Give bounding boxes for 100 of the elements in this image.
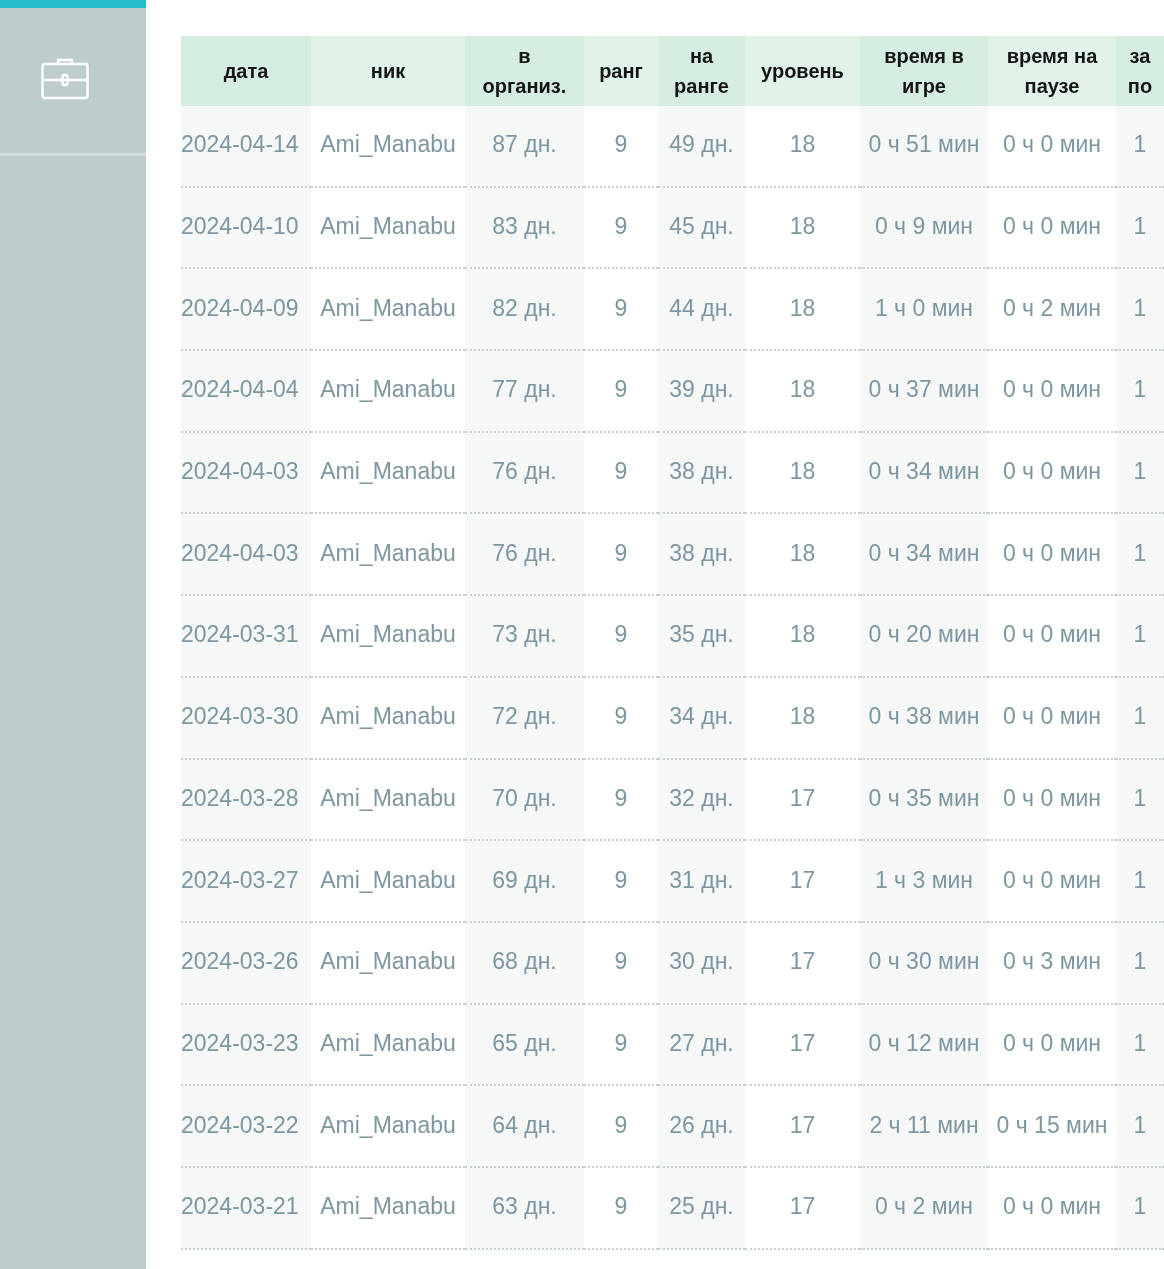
table-cell: 2024-03-23: [181, 1029, 299, 1057]
table-cell: 30 дн.: [669, 948, 734, 976]
table-cell: 2024-03-22: [181, 1111, 299, 1139]
table-cell: 0 ч 0 мин: [1002, 131, 1102, 159]
table-cell: 38 дн.: [669, 539, 734, 567]
table-cell: Ami_Manabu: [320, 1111, 456, 1139]
table-cell: 1: [1133, 1193, 1147, 1221]
briefcase-icon: [40, 57, 89, 100]
table-cell: 1: [1133, 703, 1147, 731]
table-cell: 9: [614, 703, 628, 731]
table-cell: 1: [1133, 948, 1147, 976]
table-cell: 9: [614, 948, 628, 976]
column-header: за по: [1127, 44, 1153, 99]
table-cell: 0 ч 34 мин: [868, 458, 980, 486]
column-header: в организ.: [482, 44, 567, 99]
table-cell: 18: [789, 376, 816, 404]
table-cell: 9: [614, 1193, 628, 1221]
table-cell: Ami_Manabu: [320, 213, 456, 241]
table-cell: 17: [789, 1029, 816, 1057]
table-cell: 72 дн.: [492, 703, 557, 731]
table-cell: 0 ч 15 мин: [996, 1111, 1108, 1139]
table-cell: 18: [789, 213, 816, 241]
table-cell: 0 ч 2 мин: [874, 1193, 974, 1221]
table-cell: 1: [1133, 213, 1147, 241]
table-cell: 2024-03-21: [181, 1193, 299, 1221]
table-cell: 17: [789, 948, 816, 976]
table-cell: 39 дн.: [669, 376, 734, 404]
table-cell: 18: [789, 703, 816, 731]
table-cell: 64 дн.: [492, 1111, 557, 1139]
table-cell: 0 ч 0 мин: [1002, 1029, 1102, 1057]
table-cell: 26 дн.: [669, 1111, 734, 1139]
table-cell: 35 дн.: [669, 621, 734, 649]
table-cell: Ami_Manabu: [320, 703, 456, 731]
table-cell: Ami_Manabu: [320, 376, 456, 404]
table-cell: 1: [1133, 131, 1147, 159]
table-cell: 63 дн.: [492, 1193, 557, 1221]
table-cell: Ami_Manabu: [320, 948, 456, 976]
table-cell: 76 дн.: [492, 539, 557, 567]
table-cell: 0 ч 35 мин: [868, 784, 980, 812]
table-cell: 0 ч 12 мин: [868, 1029, 980, 1057]
table-cell: 0 ч 0 мин: [1002, 539, 1102, 567]
table-cell: Ami_Manabu: [320, 1193, 456, 1221]
table-cell: 2024-04-09: [181, 294, 299, 322]
table-cell: 0 ч 30 мин: [868, 948, 980, 976]
table-cell: 1: [1133, 1029, 1147, 1057]
column-header: дата: [223, 59, 269, 84]
table-cell: Ami_Manabu: [320, 1029, 456, 1057]
table-cell: 76 дн.: [492, 458, 557, 486]
table-cell: 1: [1133, 784, 1147, 812]
table-cell: 0 ч 0 мин: [1002, 866, 1102, 894]
table-cell: 0 ч 0 мин: [1002, 376, 1102, 404]
table-cell: 18: [789, 539, 816, 567]
table-cell: 1 ч 3 мин: [874, 866, 974, 894]
table-cell: 9: [614, 784, 628, 812]
table-cell: 38 дн.: [669, 458, 734, 486]
column-header: время на паузе: [1006, 44, 1098, 99]
table-cell: 1: [1133, 294, 1147, 322]
table-cell: 0 ч 0 мин: [1002, 784, 1102, 812]
table-cell: 2024-04-10: [181, 213, 299, 241]
table-cell: 0 ч 9 мин: [874, 213, 974, 241]
table-cell: 9: [614, 131, 628, 159]
column-header: на ранге: [674, 44, 729, 99]
table-cell: 73 дн.: [492, 621, 557, 649]
table-cell: 82 дн.: [492, 294, 557, 322]
table-cell: 0 ч 3 мин: [1002, 948, 1102, 976]
table-cell: 70 дн.: [492, 784, 557, 812]
table-cell: 0 ч 0 мин: [1002, 458, 1102, 486]
table-cell: 2024-04-14: [181, 131, 299, 159]
table-cell: 44 дн.: [669, 294, 734, 322]
table-cell: 1: [1133, 539, 1147, 567]
table-cell: 49 дн.: [669, 131, 734, 159]
table-cell: 2024-03-26: [181, 948, 299, 976]
table-cell: 17: [789, 784, 816, 812]
table-cell: 1: [1133, 458, 1147, 486]
table-cell: 65 дн.: [492, 1029, 557, 1057]
table-cell: 2024-03-28: [181, 784, 299, 812]
column-header: ник: [370, 59, 406, 84]
table-cell: 34 дн.: [669, 703, 734, 731]
table-cell: Ami_Manabu: [320, 539, 456, 567]
table-cell: 2024-03-30: [181, 703, 299, 731]
table-cell: 0 ч 37 мин: [868, 376, 980, 404]
table-cell: 1: [1133, 1111, 1147, 1139]
table-cell: 0 ч 0 мин: [1002, 1193, 1102, 1221]
table-cell: 0 ч 0 мин: [1002, 213, 1102, 241]
table-cell: 2024-04-04: [181, 376, 299, 404]
table-cell: Ami_Manabu: [320, 866, 456, 894]
table-cell: 2024-04-03: [181, 458, 299, 486]
table-cell: 1: [1133, 376, 1147, 404]
table-cell: Ami_Manabu: [320, 131, 456, 159]
table-cell: 9: [614, 1111, 628, 1139]
table-cell: 77 дн.: [492, 376, 557, 404]
table-cell: 1: [1133, 621, 1147, 649]
table-cell: 18: [789, 131, 816, 159]
table-cell: 17: [789, 866, 816, 894]
table-cell: 9: [614, 213, 628, 241]
table-cell: 0 ч 0 мин: [1002, 621, 1102, 649]
table-cell: 9: [614, 866, 628, 894]
table-cell: Ami_Manabu: [320, 621, 456, 649]
table-cell: 1 ч 0 мин: [874, 294, 974, 322]
table-cell: 17: [789, 1111, 816, 1139]
